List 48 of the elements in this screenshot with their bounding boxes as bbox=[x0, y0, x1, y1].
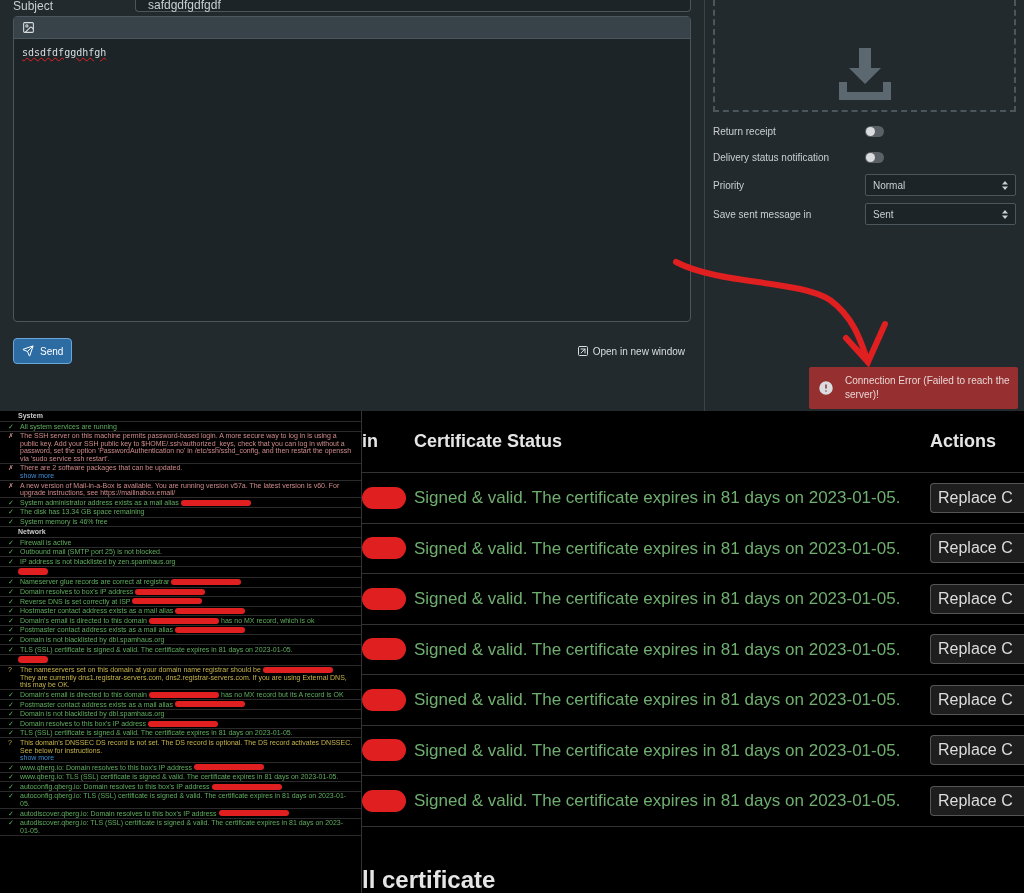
select-field[interactable]: Sent bbox=[865, 203, 1016, 225]
certificate-status: Signed & valid. The certificate expires in 81 days on 2023-01-05. bbox=[414, 689, 902, 711]
alert-icon bbox=[817, 379, 835, 397]
toggle-switch[interactable] bbox=[865, 152, 884, 163]
option-label: Delivery status notification bbox=[713, 151, 831, 165]
external-link-icon bbox=[576, 345, 589, 357]
error-message: Connection Error (Failed to reach the server)! bbox=[845, 374, 1010, 402]
redaction-scribble bbox=[362, 537, 406, 560]
message-body: sdsdfdfggdhfgh bbox=[21, 46, 108, 60]
replace-certificate-button[interactable]: Replace C bbox=[930, 482, 1024, 513]
certificate-status: Signed & valid. The certificate expires in 81 days on 2023-01-05. bbox=[414, 790, 902, 812]
option-label: Priority bbox=[713, 178, 746, 193]
attachment-drop-zone[interactable] bbox=[713, 0, 1016, 112]
column-header: Certificate Status bbox=[414, 430, 564, 453]
editor-box[interactable]: sdsdfdfggdhfgh bbox=[13, 16, 691, 322]
redaction-scribble bbox=[362, 789, 406, 812]
certificate-status: Signed & valid. The certificate expires in 81 days on 2023-01-05. bbox=[414, 638, 902, 661]
redaction-scribble bbox=[362, 688, 406, 711]
redaction-scribble bbox=[362, 739, 406, 762]
open-new-window-link[interactable]: Open in new window bbox=[576, 343, 685, 359]
replace-certificate-button[interactable]: Replace C bbox=[930, 533, 1024, 564]
column-header: Actions bbox=[930, 430, 996, 453]
send-button[interactable]: Send bbox=[13, 338, 73, 364]
certificate-status: Signed & valid. The certificate expires in 81 days on 2023-01-05. bbox=[414, 537, 902, 560]
option-label: Return receipt bbox=[713, 125, 777, 139]
download-icon bbox=[836, 46, 893, 102]
updown-caret-icon bbox=[1002, 180, 1008, 190]
redaction-scribble bbox=[362, 638, 406, 661]
replace-certificate-button[interactable]: Replace C bbox=[930, 785, 1024, 816]
certificate-status: Signed & valid. The certificate expires in 81 days on 2023-01-05. bbox=[414, 739, 902, 762]
option-label: Save sent message in bbox=[713, 207, 813, 222]
replace-certificate-button[interactable]: Replace C bbox=[930, 583, 1024, 614]
select-field[interactable]: Normal bbox=[865, 174, 1016, 196]
column-header: in bbox=[362, 430, 379, 453]
replace-certificate-button[interactable]: Replace C bbox=[930, 684, 1024, 715]
toggle-switch[interactable] bbox=[865, 126, 884, 137]
redaction-scribble bbox=[362, 587, 406, 610]
section-heading: ll certificate bbox=[362, 867, 497, 893]
certificate-status: Signed & valid. The certificate expires in 81 days on 2023-01-05. bbox=[414, 588, 902, 610]
image-icon[interactable] bbox=[22, 21, 35, 34]
subject-field[interactable]: safdgdfgdfgdf bbox=[135, 0, 691, 12]
updown-caret-icon bbox=[1002, 209, 1008, 219]
paper-plane-icon bbox=[22, 345, 34, 357]
subject-label: Subject bbox=[13, 0, 55, 12]
replace-certificate-button[interactable]: Replace C bbox=[930, 735, 1024, 766]
redaction-scribble bbox=[362, 486, 406, 509]
certificate-status: Signed & valid. The certificate expires in 81 days on 2023-01-05. bbox=[414, 487, 902, 509]
replace-certificate-button[interactable]: Replace C bbox=[930, 634, 1024, 665]
